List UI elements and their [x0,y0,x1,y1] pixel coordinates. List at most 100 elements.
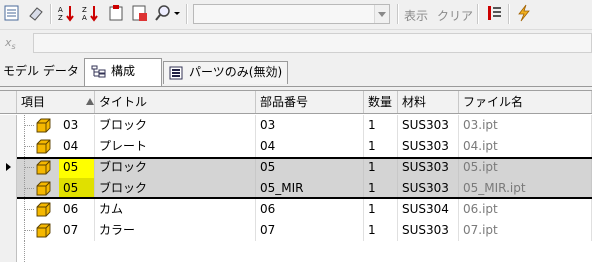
cell-title[interactable]: ブロック [95,178,256,199]
cell-quantity[interactable]: 1 [364,115,398,136]
sort-ascending-icon[interactable]: A Z [57,4,75,22]
clipboard-icon[interactable] [107,4,125,22]
table-row[interactable]: 04 プレート 04 1 SUS303 04.ipt [0,136,592,157]
bom-grid: 項目 タイトル 部品番号 数量 材料 ファイル名 03 ブロック 03 1 SUS303… [0,90,592,263]
column-header-title[interactable]: タイトル [95,91,256,113]
cell-material[interactable]: SUS303 [398,178,459,199]
cell-part-number[interactable]: 05 [256,157,364,178]
cell-item[interactable]: 04 [59,136,95,157]
column-header-file-name[interactable]: ファイル名 [459,91,592,113]
cell-material[interactable]: SUS303 [398,136,459,157]
table-row[interactable]: 06 カム 06 1 SUS304 06.ipt [0,199,592,220]
eraser-icon[interactable] [27,4,45,22]
cell-file-name[interactable]: 03.ipt [459,115,592,136]
cell-file-name[interactable]: 04.ipt [459,136,592,157]
filter-combo[interactable] [193,4,390,24]
svg-text:Z: Z [58,14,63,22]
cell-quantity[interactable]: 1 [364,199,398,220]
tree-line [25,167,34,169]
cell-quantity[interactable]: 1 [364,157,398,178]
lightning-icon[interactable] [515,4,533,22]
column-header-part-number[interactable]: 部品番号 [256,91,364,113]
formula-input[interactable] [33,33,592,53]
row-indicator[interactable] [0,178,17,199]
find-icon[interactable] [154,4,172,22]
column-header-item[interactable]: 項目 [17,91,95,113]
cell-item[interactable]: 03 [59,115,95,136]
cell-part-number[interactable]: 05_MIR [256,178,364,199]
table-row[interactable]: 05 ブロック 05 1 SUS303 05.ipt [0,157,592,178]
column-header-label: 部品番号 [260,95,309,109]
sort-descending-icon[interactable]: Z A [81,4,99,22]
cell-part-number[interactable]: 06 [256,199,364,220]
color-icon[interactable] [485,4,503,22]
cell-material[interactable]: SUS303 [398,220,459,241]
cell-title[interactable]: カム [95,199,256,220]
formula-bar: xs [0,29,592,58]
row-indicator[interactable] [0,115,17,136]
column-header-label: 材料 [402,95,427,109]
filter-dropdown-button[interactable] [374,5,389,23]
cell-file-name[interactable]: 05_MIR.ipt [459,178,592,199]
row-indicator[interactable] [0,241,17,262]
column-header-label: 項目 [21,95,46,109]
part-icon [36,160,51,175]
cell-item[interactable]: 05 [59,178,95,199]
row-indicator[interactable] [0,136,17,157]
tab-label: パーツのみ(無効) [189,65,283,79]
header-corner [0,91,17,113]
row-indicator[interactable] [0,220,17,241]
toolbar-separator [50,4,52,24]
fx-sub: s [11,42,16,52]
tab-structure[interactable]: 構成 [84,58,162,86]
toolbar: A Z Z A 表示 クリア [0,0,592,28]
cell-material[interactable]: SUS303 [398,157,459,178]
cell-item[interactable]: 07 [59,220,95,241]
row-indicator[interactable] [0,199,17,220]
table-row[interactable] [0,241,592,262]
tab-model-data[interactable]: モデル データ [1,61,81,84]
cell-file-name[interactable]: 07.ipt [459,220,592,241]
table-row[interactable]: 07 カラー 07 1 SUS303 07.ipt [0,220,592,241]
export-icon[interactable] [131,4,149,22]
cell-file-name[interactable]: 06.ipt [459,199,592,220]
row-indicator[interactable] [0,157,17,178]
column-header-label: ファイル名 [463,95,524,109]
tree-line [25,146,34,148]
table-row[interactable]: 05 ブロック 05_MIR 1 SUS303 05_MIR.ipt [0,178,592,199]
column-header-label: 数量 [368,95,393,109]
tab-parts-only[interactable]: パーツのみ(無効) [163,61,288,84]
part-icon [36,118,51,133]
bom-icon[interactable] [3,4,21,22]
current-row-pointer-icon [6,163,11,171]
cell-material[interactable]: SUS304 [398,199,459,220]
cell-part-number[interactable]: 07 [256,220,364,241]
cell-part-number[interactable]: 04 [256,136,364,157]
cell-quantity[interactable]: 1 [364,136,398,157]
clear-button[interactable]: クリア [437,7,473,24]
cell-part-number[interactable]: 03 [256,115,364,136]
toolbar-separator [186,4,188,24]
cell-material[interactable]: SUS303 [398,115,459,136]
cell-title[interactable]: ブロック [95,115,256,136]
tree-structure-icon [91,65,106,78]
cell-title[interactable]: プレート [95,136,256,157]
view-tabs: モデル データ 構成 パーツのみ(無効) [0,57,592,87]
svg-text:A: A [58,6,63,14]
cell-item[interactable]: 06 [59,199,95,220]
show-button[interactable]: 表示 [404,7,428,24]
tree-line [25,188,34,190]
sort-up-icon [86,98,94,105]
cell-title[interactable]: ブロック [95,157,256,178]
chevron-down-icon[interactable] [172,4,182,22]
column-header-material[interactable]: 材料 [398,91,459,113]
cell-title[interactable]: カラー [95,220,256,241]
table-row[interactable]: 03 ブロック 03 1 SUS303 03.ipt [0,115,592,136]
cell-item[interactable]: 05 [59,157,95,178]
grid-header: 項目 タイトル 部品番号 数量 材料 ファイル名 [0,91,592,114]
cell-quantity[interactable]: 1 [364,220,398,241]
column-header-quantity[interactable]: 数量 [364,91,398,113]
chevron-down-icon [378,12,386,17]
cell-quantity[interactable]: 1 [364,178,398,199]
cell-file-name[interactable]: 05.ipt [459,157,592,178]
